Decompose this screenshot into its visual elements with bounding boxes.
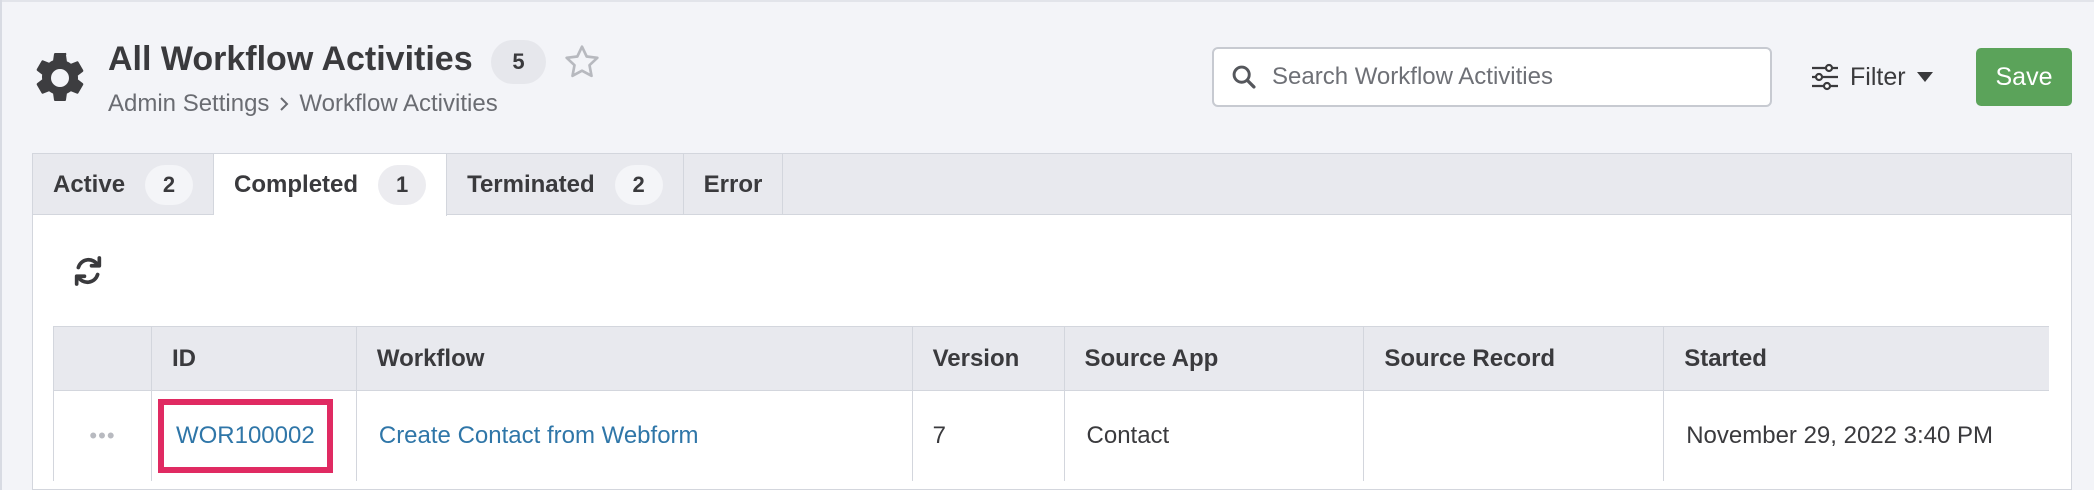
page-title: All Workflow Activities (108, 40, 473, 78)
breadcrumb: Admin Settings Workflow Activities (108, 90, 498, 118)
column-header-version[interactable]: Version (913, 327, 1065, 390)
workflow-cell: Create Contact from Webform (357, 391, 913, 481)
table-row: ••• WOR100002 Create Contact from Webfor… (54, 391, 2049, 481)
column-header-source-app[interactable]: Source App (1065, 327, 1365, 390)
star-icon[interactable] (562, 42, 602, 82)
filter-button[interactable]: Filter (1810, 56, 1934, 98)
table-header: ID Workflow Version Source App Source Re… (54, 327, 2049, 391)
workflow-link[interactable]: Create Contact from Webform (379, 422, 699, 450)
tab-label: Active (53, 170, 126, 198)
chevron-right-icon (277, 95, 291, 113)
tab-count-badge: 1 (378, 165, 427, 205)
source-app-cell: Contact (1065, 391, 1365, 481)
activities-table: ID Workflow Version Source App Source Re… (53, 326, 2049, 481)
id-highlight-box: WOR100002 (157, 399, 333, 473)
page-header: All Workflow Activities 5 Admin Settings… (0, 0, 2094, 150)
id-cell: WOR100002 (152, 391, 357, 481)
tab-bar: Active 2 Completed 1 Terminated 2 Error (33, 154, 2071, 216)
column-header-id[interactable]: ID (152, 327, 357, 390)
caret-down-icon (1916, 72, 1933, 82)
search-box[interactable] (1212, 47, 1772, 107)
sliders-icon (1812, 63, 1838, 91)
tab-active[interactable]: Active 2 (33, 154, 215, 215)
tab-label: Error (703, 170, 763, 198)
row-actions-cell: ••• (54, 391, 152, 481)
tab-label: Terminated (467, 170, 595, 198)
started-cell: November 29, 2022 3:40 PM (1686, 422, 1994, 449)
tab-count-badge: 2 (145, 164, 194, 205)
tab-count-badge: 2 (614, 164, 663, 205)
version-cell: 7 (913, 391, 1065, 481)
tab-label: Completed (234, 171, 359, 198)
breadcrumb-workflow-activities: Workflow Activities (299, 90, 498, 117)
column-header-started[interactable]: Started (1664, 327, 2049, 390)
search-icon (1232, 65, 1256, 89)
count-badge: 5 (491, 40, 546, 84)
tab-completed[interactable]: Completed 1 (214, 154, 448, 216)
more-options-icon[interactable]: ••• (89, 423, 115, 449)
search-input[interactable] (1272, 63, 1742, 91)
gear-icon (36, 52, 84, 101)
record-id-link[interactable]: WOR100002 (176, 422, 315, 450)
source-record-cell (1364, 391, 1665, 481)
column-header-source-record[interactable]: Source Record (1364, 327, 1665, 390)
tab-error[interactable]: Error (684, 154, 784, 215)
refresh-icon[interactable] (71, 254, 105, 288)
column-header-actions (54, 327, 152, 390)
column-header-workflow[interactable]: Workflow (357, 327, 913, 390)
activities-panel: Active 2 Completed 1 Terminated 2 Error … (32, 153, 2072, 490)
tab-terminated[interactable]: Terminated 2 (447, 154, 684, 215)
filter-label: Filter (1850, 62, 1906, 91)
save-button[interactable]: Save (1976, 48, 2072, 106)
breadcrumb-admin-settings[interactable]: Admin Settings (108, 90, 269, 118)
